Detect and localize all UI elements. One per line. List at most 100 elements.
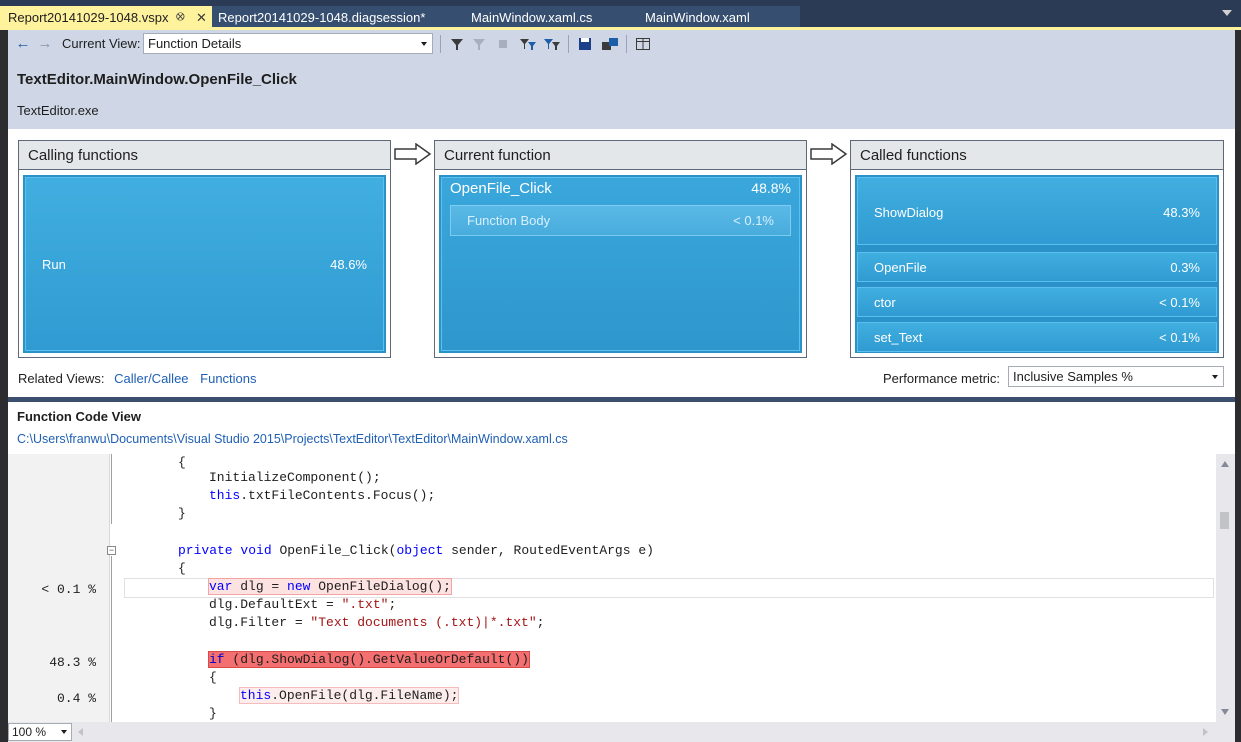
performance-metric-label: Performance metric: — [883, 371, 1001, 386]
called-function-ctor[interactable]: ctor < 0.1% — [857, 287, 1217, 317]
function-name: set_Text — [874, 330, 923, 345]
current-function-body: OpenFile_Click 48.8% Function Body < 0.1… — [439, 175, 802, 353]
code-token: { — [209, 670, 217, 685]
code-line: } — [209, 705, 217, 722]
calling-functions-title: Calling functions — [19, 141, 390, 170]
flow-arrow-icon — [394, 143, 432, 165]
stop-icon[interactable] — [494, 34, 512, 54]
current-view-label: Current View: — [62, 36, 141, 51]
function-percent: 48.3% — [1163, 205, 1200, 220]
function-percent: < 0.1% — [1159, 295, 1200, 310]
tab-overflow-chevron-icon[interactable] — [1222, 10, 1232, 16]
current-function-percent: 48.8% — [751, 180, 791, 196]
called-function-showdialog[interactable]: ShowDialog 48.3% — [857, 177, 1217, 245]
caller-callee-link[interactable]: Caller/Callee — [114, 371, 188, 386]
code-line: this.txtFileContents.Focus(); — [209, 487, 435, 505]
source-file-path-link[interactable]: C:\Users\franwu\Documents\Visual Studio … — [17, 432, 568, 446]
current-view-value: Function Details — [148, 36, 242, 51]
called-function-openfile[interactable]: OpenFile 0.3% — [857, 252, 1217, 282]
chevron-down-icon — [421, 42, 427, 46]
code-token: dlg.Filter = — [209, 615, 311, 630]
filter-icon[interactable] — [448, 34, 466, 54]
current-function-block[interactable]: OpenFile_Click 48.8% Function Body < 0.1… — [441, 177, 800, 351]
function-name-title: TextEditor.MainWindow.OpenFile_Click — [17, 71, 297, 88]
line-percent: 48.3 % — [49, 655, 96, 670]
code-keyword: if — [209, 652, 225, 667]
tab-mainwindow-xaml[interactable]: MainWindow.xaml — [645, 6, 750, 29]
tab-report-vspx[interactable]: Report20141029-1048.vspx ⭙ ✕ — [0, 6, 212, 29]
toolbar-separator — [568, 35, 569, 53]
flow-arrow-icon — [810, 143, 848, 165]
tab-report-diagsession[interactable]: Report20141029-1048.diagsession* — [218, 6, 425, 29]
code-token: { — [178, 561, 186, 576]
code-editor[interactable]: − < 0.1 % 48.3 % 0.4 % { InitializeCompo… — [8, 454, 1216, 722]
function-percent: 48.6% — [330, 257, 367, 272]
toolbar-separator — [626, 35, 627, 53]
close-icon[interactable]: ✕ — [196, 6, 207, 29]
scroll-down-icon[interactable] — [1221, 709, 1229, 715]
layout-icon[interactable] — [634, 34, 652, 54]
code-token: } — [178, 506, 186, 521]
code-keyword: new — [287, 579, 311, 594]
performance-metric-value: Inclusive Samples % — [1013, 369, 1133, 384]
function-percent: < 0.1% — [1159, 330, 1200, 345]
tab-mainwindow-xaml-cs[interactable]: MainWindow.xaml.cs — [471, 6, 592, 29]
function-code-view-header: Function Code View C:\Users\franwu\Docum… — [8, 402, 1235, 454]
code-token: dlg = — [240, 579, 288, 594]
code-keyword: this — [209, 488, 241, 503]
function-header: TextEditor.MainWindow.OpenFile_Click Tex… — [8, 58, 1235, 129]
collapse-icon[interactable]: − — [107, 546, 116, 555]
related-views-label: Related Views: — [18, 371, 105, 386]
save-icon[interactable] — [576, 34, 594, 54]
code-token: OpenFile_Click( — [279, 543, 397, 558]
performance-metric-dropdown[interactable]: Inclusive Samples % — [1008, 366, 1224, 387]
tab-label: Report20141029-1048.diagsession* — [218, 10, 426, 25]
code-highlight: var dlg = new OpenFileDialog(); — [208, 578, 452, 595]
scroll-thumb[interactable] — [1220, 512, 1229, 529]
back-arrow-icon[interactable]: ← — [14, 34, 32, 54]
code-keyword: void — [240, 543, 272, 558]
toolbar-separator — [440, 35, 441, 53]
filter-tool-2-icon[interactable] — [542, 34, 560, 54]
code-line: private void OpenFile_Click(object sende… — [178, 542, 654, 560]
function-name: OpenFile — [874, 260, 927, 275]
code-keyword: this — [240, 688, 272, 703]
pin-icon[interactable]: ⭙ — [176, 6, 185, 29]
tab-label: Report20141029-1048.vspx — [8, 10, 169, 25]
code-keyword: object — [396, 543, 444, 558]
code-token: OpenFileDialog(); — [318, 579, 451, 594]
code-token: dlg.DefaultExt = — [209, 597, 342, 612]
zoom-value: 100 % — [12, 725, 47, 739]
called-function-set-text[interactable]: set_Text < 0.1% — [857, 322, 1217, 352]
scroll-right-icon[interactable] — [1203, 728, 1208, 736]
function-body-percent: < 0.1% — [733, 213, 774, 228]
function-name: ShowDialog — [874, 205, 944, 220]
calling-function-run[interactable]: Run 48.6% — [25, 177, 384, 351]
zoom-dropdown[interactable]: 100 % — [8, 723, 72, 741]
function-body-block[interactable]: Function Body < 0.1% — [450, 205, 791, 236]
filter-tool-icon[interactable] — [518, 34, 536, 54]
toolbar: ← → Current View: Function Details — [8, 30, 1235, 58]
outline-line — [111, 556, 112, 722]
related-views: Related Views: Caller/Callee Functions — [18, 371, 257, 386]
code-token: (dlg.ShowDialog().GetValueOrDefault()) — [232, 652, 529, 667]
code-keyword: private — [178, 543, 233, 558]
called-functions-title: Called functions — [851, 141, 1223, 170]
scroll-up-icon[interactable] — [1221, 461, 1229, 467]
document-tab-strip: Report20141029-1048.vspx ⭙ ✕ Report20141… — [0, 0, 1241, 29]
forward-arrow-icon[interactable]: → — [36, 34, 54, 54]
code-line: { — [209, 669, 217, 687]
current-view-dropdown[interactable]: Function Details — [143, 33, 433, 54]
functions-link[interactable]: Functions — [200, 371, 256, 386]
function-name: ctor — [874, 295, 896, 310]
clear-filter-icon[interactable] — [470, 34, 488, 54]
scroll-left-icon[interactable] — [78, 728, 83, 736]
tab-label: MainWindow.xaml — [645, 10, 750, 25]
code-line: dlg.DefaultExt = ".txt"; — [209, 596, 396, 614]
vertical-scrollbar[interactable] — [1216, 454, 1235, 722]
code-string: ".txt" — [341, 597, 389, 612]
export-icon[interactable] — [600, 34, 618, 54]
current-function-title: Current function — [435, 141, 806, 170]
function-body-name: Function Body — [467, 213, 551, 228]
code-token: InitializeComponent(); — [209, 470, 381, 485]
